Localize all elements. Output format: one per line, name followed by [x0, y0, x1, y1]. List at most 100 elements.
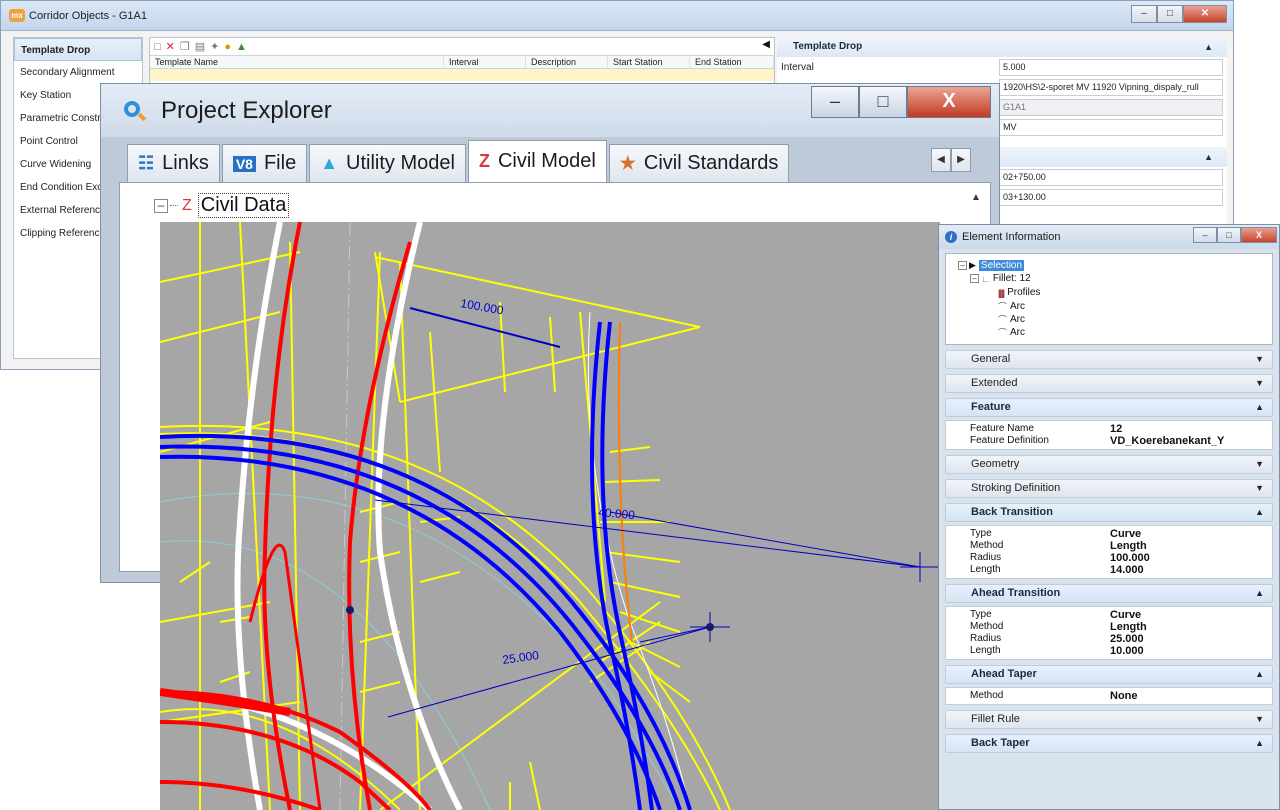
- close-icon[interactable]: X: [907, 86, 991, 118]
- left-item-secondary-alignment[interactable]: Secondary Alignment: [14, 61, 142, 84]
- section-general[interactable]: General ▼: [945, 350, 1273, 369]
- info-icon: i: [945, 231, 957, 243]
- property-row: Method Length: [970, 540, 1147, 552]
- tree-node-civil-data[interactable]: – Z Civil Data: [154, 193, 290, 218]
- maximize-icon[interactable]: □: [1217, 227, 1241, 243]
- minimize-icon[interactable]: –: [1131, 5, 1157, 23]
- maximize-icon[interactable]: □: [859, 86, 907, 118]
- chevron-up-icon[interactable]: ▲: [1255, 399, 1264, 416]
- project-explorer-window-controls: – □ X: [811, 86, 991, 118]
- section-stroking-definition[interactable]: Stroking Definition ▼: [945, 479, 1273, 498]
- chevron-up-icon[interactable]: ▲: [1255, 504, 1264, 521]
- col-start-station[interactable]: Start Station: [608, 56, 690, 68]
- tree-node-label: Civil Data: [197, 193, 290, 218]
- chevron-up-icon[interactable]: ▲: [1204, 147, 1213, 167]
- chevron-down-icon[interactable]: ▼: [1255, 375, 1264, 392]
- close-icon[interactable]: X: [1241, 227, 1277, 243]
- chevron-up-icon[interactable]: ▲: [1255, 585, 1264, 602]
- tab-civil-model[interactable]: Z Civil Model: [467, 140, 607, 182]
- property-row: Method None: [970, 690, 1138, 702]
- new-icon[interactable]: □: [154, 41, 161, 53]
- tab-links[interactable]: ☷ Links: [127, 144, 220, 182]
- scroll-up-icon[interactable]: ▲: [966, 187, 986, 209]
- element-information-titlebar[interactable]: i Element Information – □ X: [939, 225, 1279, 249]
- section-fillet-rule[interactable]: Fillet Rule ▼: [945, 710, 1273, 729]
- tab-scroll-controls: ◀ ▶: [931, 148, 971, 172]
- chevron-down-icon[interactable]: ▼: [1255, 456, 1264, 473]
- property-row: Length 10.000: [970, 645, 1144, 657]
- collapse-icon[interactable]: –: [958, 261, 967, 270]
- copy-icon[interactable]: ❐: [180, 40, 190, 53]
- ahead-transition-properties: Type Curve Method Length Radius 25.000 Leng…: [945, 606, 1273, 660]
- tab-file[interactable]: V8 File: [221, 144, 308, 182]
- section-back-transition[interactable]: Back Transition ▲: [945, 503, 1273, 522]
- table-row[interactable]: [150, 69, 774, 81]
- tree-node-fillet[interactable]: – ∟ Fillet: 12: [970, 273, 1031, 284]
- minimize-icon[interactable]: –: [1193, 227, 1217, 243]
- cad-drawing-view[interactable]: 100.000 40.000 25.000: [160, 222, 940, 810]
- chevron-down-icon[interactable]: ▼: [1255, 480, 1264, 497]
- collapse-left-icon[interactable]: ◀: [762, 39, 770, 50]
- tree-node-arc-3[interactable]: ⌒ Arc: [998, 326, 1025, 339]
- highlight-icon[interactable]: ●: [224, 41, 231, 53]
- tree-node-arc-2[interactable]: ⌒ Arc: [998, 313, 1025, 326]
- minimize-icon[interactable]: –: [811, 86, 859, 118]
- tree-node-arc-1[interactable]: ⌒ Arc: [998, 300, 1025, 313]
- tab-civil-standards[interactable]: ★ Civil Standards: [608, 144, 790, 182]
- zoom-icon[interactable]: ▲: [236, 41, 247, 53]
- element-information-title: Element Information: [962, 231, 1061, 243]
- left-item-template-drop[interactable]: Template Drop: [14, 38, 142, 61]
- cad-drawing: 100.000 40.000 25.000: [160, 222, 940, 810]
- corridor-titlebar[interactable]: mx Corridor Objects - G1A1 – □ ✕: [1, 1, 1233, 31]
- section-back-taper[interactable]: Back Taper ▲: [945, 734, 1273, 753]
- property-row: Length 14.000: [970, 564, 1144, 576]
- interval-row: Interval 5.000: [777, 57, 1227, 77]
- property-row: Type Curve: [970, 609, 1142, 621]
- collapse-icon[interactable]: –: [154, 198, 168, 213]
- col-template-name[interactable]: Template Name: [150, 56, 444, 68]
- chevron-up-icon[interactable]: ▲: [1255, 666, 1264, 683]
- feature-properties: Feature Name 12 Feature Definition VD_Koer…: [945, 420, 1273, 450]
- tree-node-profiles[interactable]: |||| Profiles: [998, 287, 1040, 298]
- property-row: Method Length: [970, 621, 1147, 633]
- civil-model-icon: Z: [478, 151, 490, 171]
- section-ahead-taper[interactable]: Ahead Taper ▲: [945, 665, 1273, 684]
- scroll-right-icon[interactable]: ▶: [951, 148, 971, 172]
- end-station-field[interactable]: 03+130.00: [999, 188, 1223, 206]
- section-feature[interactable]: Feature ▲: [945, 398, 1273, 417]
- start-station-field[interactable]: 02+750.00: [999, 168, 1223, 186]
- collapse-icon[interactable]: –: [970, 274, 979, 283]
- profiles-icon: ||||: [998, 287, 1005, 298]
- tab-utility-model[interactable]: ▲ Utility Model: [309, 144, 466, 182]
- col-interval[interactable]: Interval: [444, 56, 526, 68]
- col-description[interactable]: Description: [526, 56, 608, 68]
- element-selection-tree: – ▶ Selection – ∟ Fillet: 12 |||| Profil…: [945, 253, 1273, 345]
- select-icon[interactable]: ✦: [210, 40, 219, 53]
- chevron-up-icon[interactable]: ▲: [1204, 37, 1213, 57]
- chevron-up-icon[interactable]: ▲: [1255, 735, 1264, 752]
- dim-label-100: 100.000: [459, 296, 504, 317]
- tree-node-selection[interactable]: – ▶ Selection: [958, 260, 1025, 271]
- section-geometry[interactable]: Geometry ▼: [945, 455, 1273, 474]
- maximize-icon[interactable]: □: [1157, 5, 1183, 23]
- interval-field[interactable]: 5.000: [999, 58, 1223, 76]
- chevron-down-icon[interactable]: ▼: [1255, 711, 1264, 728]
- chevron-down-icon[interactable]: ▼: [1255, 351, 1264, 368]
- section-ahead-transition[interactable]: Ahead Transition ▲: [945, 584, 1273, 603]
- project-explorer-icon: [121, 98, 147, 124]
- element-information-window-controls: – □ X: [1193, 227, 1277, 243]
- g1a1-field[interactable]: G1A1: [999, 98, 1223, 116]
- project-explorer-tabs: ☷ Links V8 File ▲ Utility Model Z Civil …: [127, 140, 791, 182]
- property-row: Type Curve: [970, 528, 1142, 540]
- mx-logo-icon: mx: [9, 9, 25, 22]
- template-path-field[interactable]: 1920\HS\2-sporet MV 11920 Vipning_dispal…: [999, 78, 1223, 96]
- close-icon[interactable]: ✕: [1183, 5, 1227, 23]
- section-extended[interactable]: Extended ▼: [945, 374, 1273, 393]
- col-end-station[interactable]: End Station: [690, 56, 774, 68]
- back-transition-properties: Type Curve Method Length Radius 100.000 Len…: [945, 525, 1273, 579]
- delete-icon[interactable]: ✕: [166, 40, 175, 53]
- template-drop-section-header[interactable]: Template Drop ▲: [777, 37, 1227, 57]
- scroll-left-icon[interactable]: ◀: [931, 148, 951, 172]
- mv-field[interactable]: MV: [999, 118, 1223, 136]
- paste-icon[interactable]: ▤: [195, 40, 205, 53]
